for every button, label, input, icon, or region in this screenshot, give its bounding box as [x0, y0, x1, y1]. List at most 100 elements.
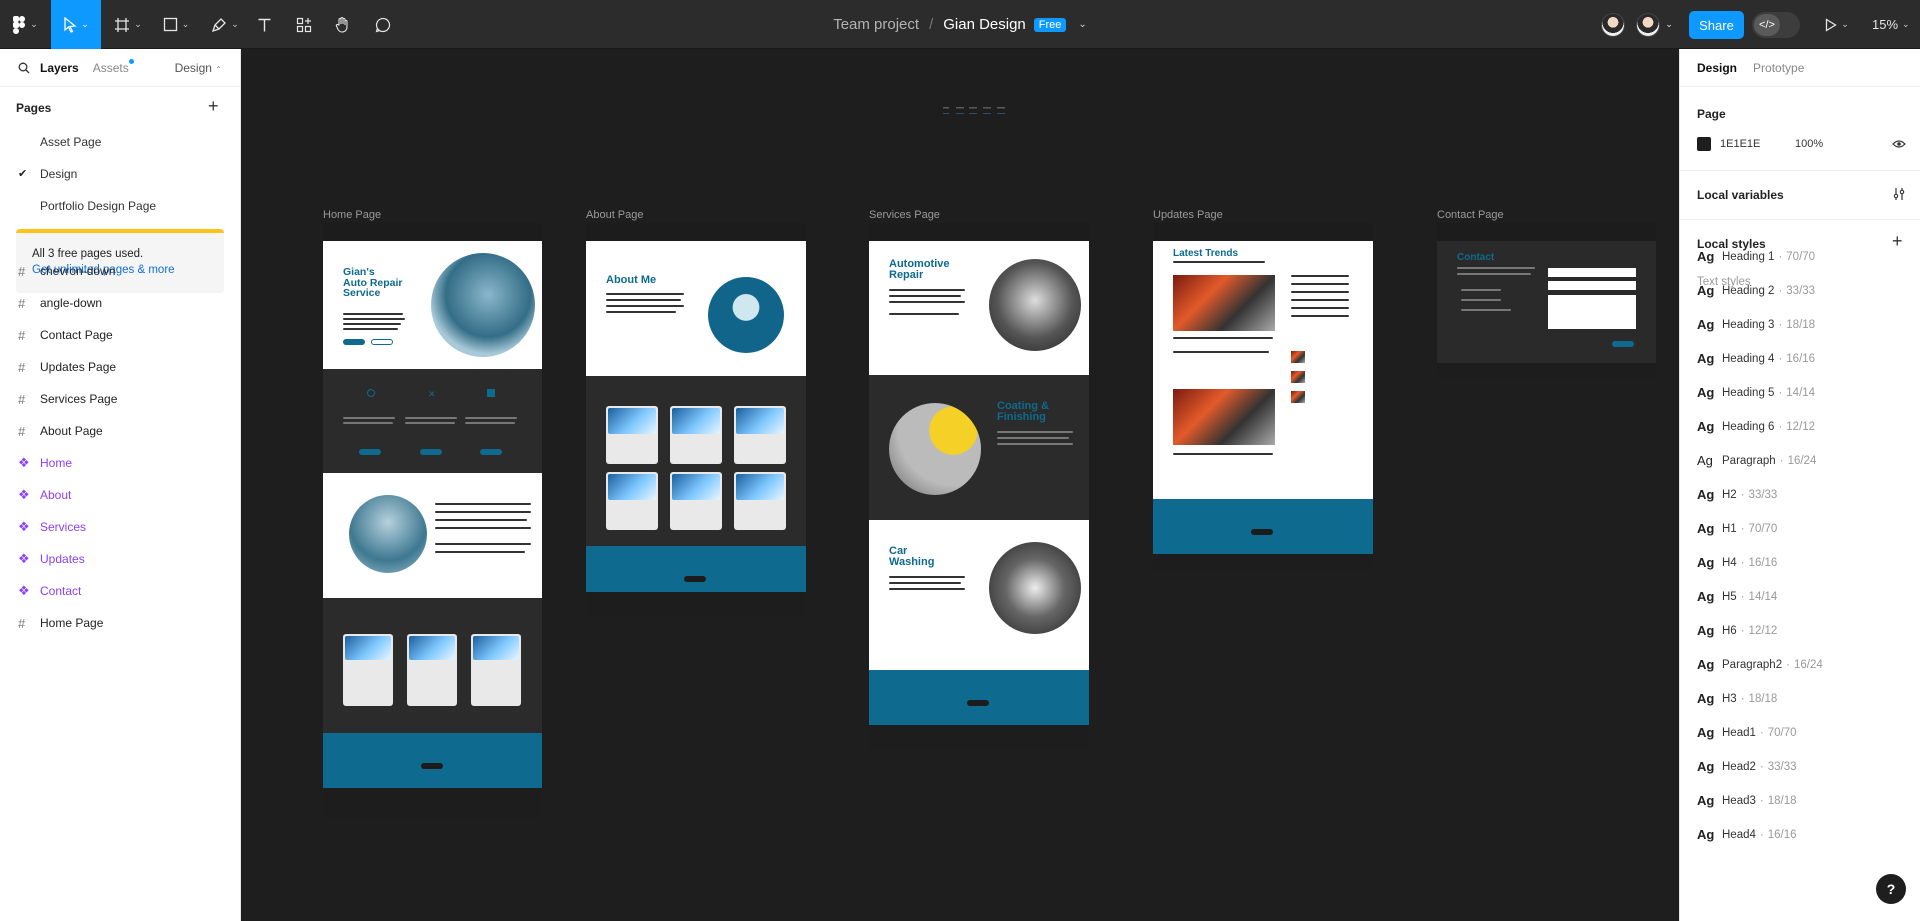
card-image [736, 408, 784, 434]
layer-item[interactable]: # Contact Page [0, 319, 240, 351]
frame-label-services[interactable]: Services Page [869, 209, 940, 221]
pen-tool-button[interactable]: ⌄ [205, 0, 245, 49]
text-style-item[interactable]: Ag Heading 5 · 14/14 [1697, 385, 1815, 400]
text-style-glyph: Ag [1697, 453, 1713, 468]
layer-item[interactable]: ❖ About [0, 479, 240, 511]
page-color-value[interactable]: 1E1E1E [1720, 138, 1760, 150]
page-opacity-value[interactable]: 100% [1795, 138, 1823, 150]
file-menu-chevron-icon[interactable]: ⌄ [1078, 19, 1086, 30]
avatar[interactable] [1601, 13, 1625, 37]
frame-tool-button[interactable]: ⌄ [108, 0, 148, 49]
services-page-frame[interactable]: Automotive Repair Coating & Finishing Ca… [869, 223, 1089, 749]
text-style-item[interactable]: Ag Head3 · 18/18 [1697, 793, 1797, 808]
card-image [473, 636, 519, 660]
text-style-item[interactable]: Ag Head4 · 16/16 [1697, 827, 1797, 842]
engine-icon [487, 389, 495, 397]
frame-label-home[interactable]: Home Page [323, 209, 381, 221]
project-card [734, 406, 786, 464]
add-style-icon[interactable]: + [1892, 231, 1903, 252]
layer-item[interactable]: ❖ Updates [0, 543, 240, 575]
text-style-item[interactable]: Ag H3 · 18/18 [1697, 691, 1777, 706]
text-line [343, 323, 401, 325]
page-portfolio-design-page[interactable]: Portfolio Design Page [40, 199, 156, 213]
layer-label: Contact [40, 584, 82, 598]
page-color-swatch[interactable] [1697, 137, 1711, 151]
variables-icon[interactable] [1893, 187, 1905, 201]
layer-item[interactable]: # chevron-down [0, 255, 240, 287]
small-element-cluster[interactable] [943, 105, 1019, 117]
about-page-frame[interactable]: About Me [586, 223, 806, 616]
text-style-item[interactable]: Ag Head2 · 33/33 [1697, 759, 1797, 774]
text-style-item[interactable]: Ag Paragraph · 16/24 [1697, 453, 1816, 468]
text-style-item[interactable]: Ag Heading 1 · 70/70 [1697, 249, 1815, 264]
play-icon [1826, 17, 1837, 32]
text-line [606, 299, 681, 301]
eye-icon[interactable] [1892, 139, 1906, 149]
move-tool-button[interactable]: ⌄ [51, 0, 101, 49]
hand-tool-button[interactable] [331, 0, 355, 49]
zoom-control[interactable]: 15% ⌄ [1872, 0, 1910, 49]
text-style-item[interactable]: Ag H6 · 12/12 [1697, 623, 1777, 638]
text-line [889, 289, 965, 291]
page-design[interactable]: Design [40, 167, 77, 181]
layer-item[interactable]: # Home Page [0, 607, 240, 639]
add-page-icon[interactable]: + [208, 97, 219, 115]
shape-tool-button[interactable]: ⌄ [156, 0, 196, 49]
page-asset-page[interactable]: Asset Page [40, 135, 101, 149]
design-dropdown[interactable]: Design ⌃ [175, 61, 222, 75]
resources-tool-button[interactable] [292, 0, 316, 49]
layer-item[interactable]: ❖ Contact [0, 575, 240, 607]
layer-item[interactable]: ❖ Services [0, 511, 240, 543]
frame-label-about[interactable]: About Page [586, 209, 644, 221]
main-menu-button[interactable]: ⌄ [8, 0, 42, 49]
text-style-item[interactable]: Ag Head1 · 70/70 [1697, 725, 1797, 740]
layer-item[interactable]: # About Page [0, 415, 240, 447]
text-style-item[interactable]: Ag H1 · 70/70 [1697, 521, 1777, 536]
canvas[interactable]: Home Page Gian's Auto Repair Service ✕ A… [241, 49, 1679, 921]
help-button[interactable]: ? [1876, 874, 1906, 904]
file-name[interactable]: Gian Design [943, 16, 1026, 33]
home-page-frame[interactable]: Gian's Auto Repair Service ✕ [323, 223, 542, 818]
updates-page-frame[interactable]: Latest Trends [1153, 223, 1373, 571]
plan-badge[interactable]: Free [1033, 17, 1067, 32]
contact-page-frame[interactable]: Contact [1437, 223, 1656, 379]
tab-layers[interactable]: Layers [40, 61, 79, 75]
layer-item[interactable]: ❖ Home [0, 447, 240, 479]
feature-button [359, 449, 381, 455]
pen-icon [212, 17, 227, 32]
tab-design[interactable]: Design [1697, 61, 1737, 75]
card-image [736, 474, 784, 500]
layer-item[interactable]: # angle-down [0, 287, 240, 319]
search-icon[interactable] [18, 62, 30, 74]
project-name[interactable]: Team project [833, 16, 919, 33]
tab-assets[interactable]: Assets [93, 58, 134, 75]
layer-item[interactable]: # Services Page [0, 383, 240, 415]
text-style-item[interactable]: Ag Heading 2 · 33/33 [1697, 283, 1815, 298]
card-image [672, 408, 720, 434]
text-line [889, 295, 961, 297]
share-button[interactable]: Share [1689, 11, 1744, 39]
service-title-coating: Coating & Finishing [997, 400, 1049, 423]
tab-prototype[interactable]: Prototype [1753, 61, 1804, 75]
text-style-item[interactable]: Ag Heading 3 · 18/18 [1697, 317, 1815, 332]
comment-tool-button[interactable] [371, 0, 395, 49]
chevron-up-icon: ⌃ [215, 64, 222, 74]
chevron-down-icon[interactable]: ⌄ [1663, 0, 1675, 49]
present-button[interactable]: ⌄ [1822, 0, 1852, 49]
text-style-item[interactable]: Ag H5 · 14/14 [1697, 589, 1777, 604]
right-panel-tabs: Design Prototype [1680, 49, 1920, 87]
text-style-item[interactable]: Ag Heading 6 · 12/12 [1697, 419, 1815, 434]
text-style-name: H4 [1722, 556, 1737, 569]
text-tool-button[interactable] [252, 0, 276, 49]
frame-label-contact[interactable]: Contact Page [1437, 209, 1504, 221]
text-style-item[interactable]: Ag Paragraph2 · 16/24 [1697, 657, 1823, 672]
local-variables-title[interactable]: Local variables [1697, 188, 1784, 202]
avatar[interactable] [1636, 13, 1660, 37]
layer-item[interactable]: # Updates Page [0, 351, 240, 383]
frame-label-updates[interactable]: Updates Page [1153, 209, 1223, 221]
text-style-item[interactable]: Ag Heading 4 · 16/16 [1697, 351, 1815, 366]
text-line [343, 328, 398, 330]
text-style-item[interactable]: Ag H4 · 16/16 [1697, 555, 1777, 570]
dev-mode-toggle[interactable]: </> [1752, 12, 1800, 38]
text-style-item[interactable]: Ag H2 · 33/33 [1697, 487, 1777, 502]
